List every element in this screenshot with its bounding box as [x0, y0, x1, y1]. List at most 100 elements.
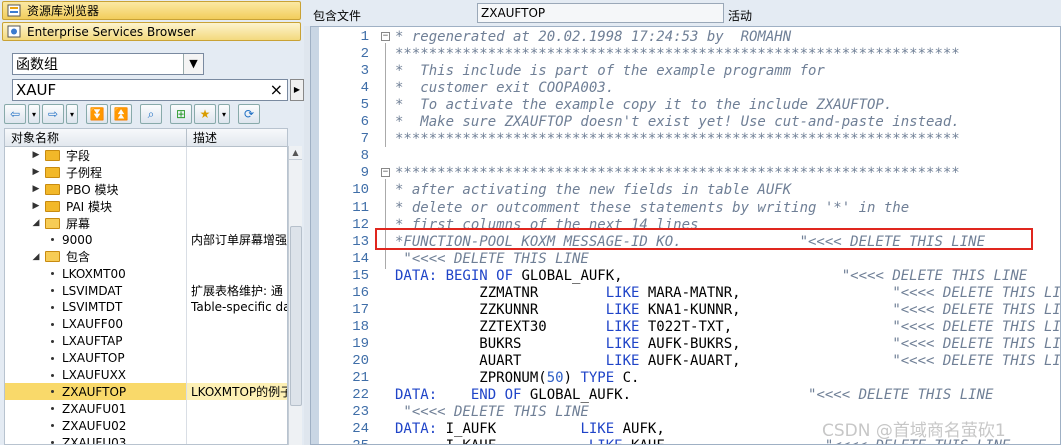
expand-node-icon[interactable]: ▶	[31, 150, 41, 160]
code-text: DATA: I_AUFK LIKE AUFK,	[395, 421, 665, 438]
fold-toggle-icon[interactable]: −	[381, 168, 390, 178]
code-line[interactable]: 7 ***************************************…	[311, 131, 1060, 148]
refresh-icon[interactable]: ⟳	[238, 104, 260, 124]
leaf-bullet-icon	[51, 289, 54, 293]
leaf-bullet-icon	[51, 390, 54, 394]
tree-row[interactable]: ◢ 包含	[5, 248, 287, 266]
favorites-star-icon[interactable]: ★	[194, 104, 216, 124]
object-name-column-header[interactable]: 对象名称	[5, 129, 187, 146]
code-text: ZZMATNR LIKE MARA-MATNR, "<<<< DELETE TH…	[395, 284, 1061, 301]
code-text: DATA: BEGIN OF GLOBAL_AUFK, "<<<< DELETE…	[395, 267, 1028, 284]
collapse-up-icon[interactable]: ⏫	[110, 104, 132, 124]
scroll-thumb[interactable]	[290, 226, 302, 406]
code-line[interactable]: 17 ZZKUNNR LIKE KNA1-KUNNR, "<<<< DELETE…	[311, 302, 1060, 319]
description-column-header[interactable]: 描述	[187, 129, 217, 146]
clear-icon[interactable]: ×	[270, 80, 283, 100]
back-arrow-icon[interactable]: ⇦	[4, 104, 26, 124]
code-line[interactable]: 5 * To activate the example copy it to th…	[311, 97, 1060, 114]
code-line[interactable]: 22 DATA: END OF GLOBAL_AUFK. "<<<< DELETE…	[311, 387, 1060, 404]
tree-row[interactable]: 9000 内部订单屏幕增强	[5, 231, 287, 249]
code-text: ****************************************…	[395, 131, 960, 148]
tree-row[interactable]: LKOXMT00	[5, 265, 287, 283]
tree-row-name: LKOXMT00	[62, 266, 126, 281]
line-number: 15	[352, 267, 369, 284]
forward-arrow-icon[interactable]: ⇨	[42, 104, 64, 124]
code-line[interactable]: 4 * customer exit COOPA003.	[311, 80, 1060, 97]
code-line[interactable]: 15 DATA: BEGIN OF GLOBAL_AUFK, "<<<< DELE…	[311, 267, 1060, 285]
highlight-box	[375, 228, 1033, 250]
enterprise-services-label: Enterprise Services Browser	[27, 24, 196, 39]
object-type-select[interactable]: 函数组 ▼	[12, 53, 204, 75]
line-number: 24	[352, 421, 369, 438]
tree-row-name: LXAUFTOP	[62, 351, 125, 366]
code-line[interactable]: 10 * after activating the new fields in t…	[311, 182, 1060, 199]
tree-row[interactable]: ▶ 字段	[5, 147, 287, 164]
code-line[interactable]: 21 ZPRONUM(50) TYPE C.	[311, 370, 1060, 387]
line-number: 12	[352, 216, 369, 233]
forward-dropdown-icon[interactable]: ▾	[66, 104, 78, 124]
enterprise-services-browser-button[interactable]: Enterprise Services Browser	[2, 22, 301, 41]
tree-row[interactable]: LSVIMTDT Table-specific dat	[5, 299, 287, 316]
line-number: 25	[319, 438, 369, 444]
tree-row[interactable]: LXAUFUXX	[5, 366, 287, 384]
line-number: 21	[352, 370, 369, 386]
code-text: * regenerated at 20.02.1998 17:24:53 by …	[395, 29, 792, 45]
code-line[interactable]: 11 * delete or outcomment these statement…	[311, 200, 1060, 217]
repository-browser-icon	[7, 4, 21, 17]
collapse-node-icon[interactable]: ◢	[31, 252, 41, 262]
back-dropdown-icon[interactable]: ▾	[28, 104, 40, 124]
object-name-value: XAUF	[16, 81, 57, 99]
tree-scrollbar[interactable]: ▲	[288, 146, 302, 445]
object-name-input[interactable]: XAUF ×	[12, 79, 288, 101]
collapse-node-icon[interactable]: ◢	[31, 218, 41, 228]
tree-row[interactable]: LXAUFTAP	[5, 332, 287, 350]
display-button[interactable]: ▶	[290, 79, 304, 101]
expand-node-icon[interactable]: ▶	[31, 184, 41, 194]
tree-row[interactable]: ▶ 子例程	[5, 163, 287, 181]
code-text: ZPRONUM(50) TYPE C.	[395, 370, 640, 386]
tree-row[interactable]: ◢ 屏幕	[5, 214, 287, 232]
expand-node-icon[interactable]: ▶	[31, 167, 41, 177]
expand-node-icon[interactable]: ▶	[31, 201, 41, 211]
tree-row[interactable]: ZXAUFTOP LKOXMTOP的例子	[5, 383, 287, 401]
code-line[interactable]: 2 ***************************************…	[311, 46, 1060, 63]
include-name-field[interactable]: ZXAUFTOP	[477, 3, 724, 23]
code-line[interactable]: 3 * This include is part of the example p…	[311, 63, 1060, 80]
leaf-bullet-icon	[51, 238, 54, 242]
tree-row[interactable]: ▶ PBO 模块	[5, 180, 287, 198]
tree-row[interactable]: ZXAUFU03	[5, 434, 287, 444]
code-text: * This include is part of the example pr…	[395, 63, 825, 80]
code-line[interactable]: 14 "<<<< DELETE THIS LINE	[311, 250, 1060, 268]
repository-browser-button[interactable]: 资源库浏览器	[2, 1, 301, 20]
line-number: 23	[352, 404, 369, 421]
tree-row[interactable]: LXAUFF00	[5, 315, 287, 333]
code-text: "<<<< DELETE THIS LINE	[395, 250, 589, 267]
code-line[interactable]: 19 BUKRS LIKE AUFK-BUKRS, "<<<< DELETE T…	[311, 336, 1060, 353]
code-line[interactable]: 1 − * regenerated at 20.02.1998 17:24:53 b…	[311, 29, 1060, 46]
code-text: AUART LIKE AUFK-AUART, "<<<< DELETE THIS…	[395, 352, 1061, 369]
tree-row[interactable]: ZXAUFU02	[5, 417, 287, 435]
scroll-up-icon[interactable]: ▲	[289, 146, 302, 160]
code-line[interactable]: 18 ZZTEXT30 LIKE T022T-TXT, "<<<< DELETE…	[311, 319, 1060, 336]
tree-row[interactable]: LSVIMDAT 扩展表格维护: 通	[5, 282, 287, 300]
binoculars-icon[interactable]: ⌕	[140, 104, 162, 124]
expand-down-icon[interactable]: ⏬	[86, 104, 108, 124]
hierarchy-icon[interactable]: ⊞	[170, 104, 192, 124]
tree-row[interactable]: ZXAUFU01	[5, 400, 287, 418]
code-line[interactable]: 6 * Make sure ZXAUFTOP doesn't exist yet!…	[311, 114, 1060, 131]
fold-toggle-icon[interactable]: −	[381, 32, 390, 41]
leaf-bullet-icon	[51, 373, 54, 377]
tree-row[interactable]: ▶ PAI 模块	[5, 197, 287, 215]
code-line[interactable]: 9 − **************************************…	[311, 165, 1060, 182]
tree-row-name: ZXAUFTOP	[62, 384, 127, 399]
code-line[interactable]: 20 AUART LIKE AUFK-AUART, "<<<< DELETE T…	[311, 352, 1061, 370]
code-line[interactable]: 8	[311, 148, 1060, 165]
code-line[interactable]: 16 ZZMATNR LIKE MARA-MATNR, "<<<< DELETE…	[311, 284, 1061, 302]
tree-row-name: LXAUFTAP	[62, 334, 123, 349]
chevron-down-icon[interactable]: ▼	[183, 54, 203, 74]
tree-header: 对象名称 描述	[5, 129, 287, 147]
tree-row-name: 包含	[66, 250, 91, 265]
tree-row-description: 内部订单屏幕增强	[191, 233, 287, 248]
tree-row[interactable]: LXAUFTOP	[5, 349, 287, 367]
favorites-dropdown-icon[interactable]: ▾	[218, 104, 230, 124]
